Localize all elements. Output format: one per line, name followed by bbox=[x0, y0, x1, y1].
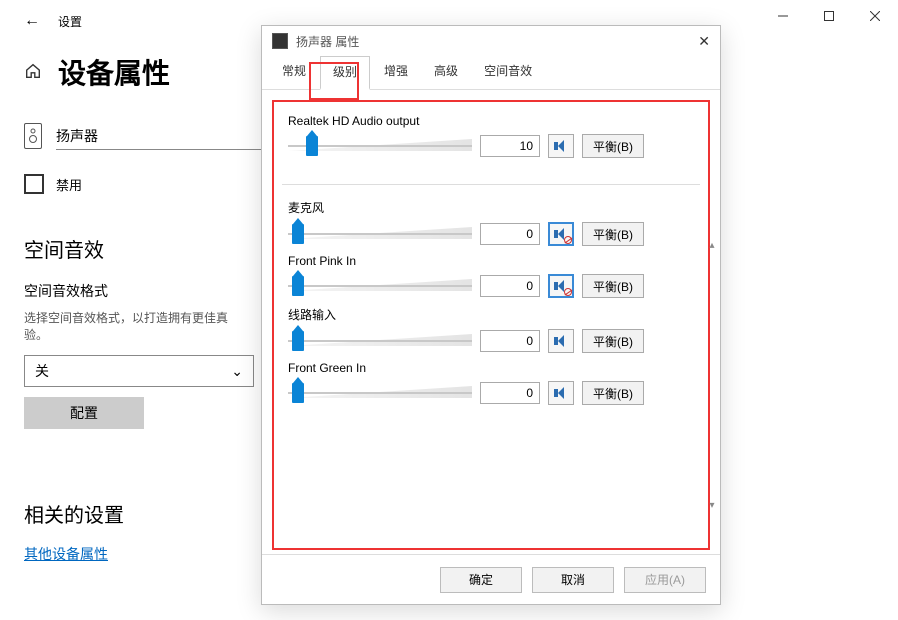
window-controls bbox=[760, 0, 898, 32]
apply-button[interactable]: 应用(A) bbox=[624, 567, 706, 593]
home-icon[interactable] bbox=[24, 62, 42, 83]
channel-row: 平衡(B) bbox=[282, 381, 700, 405]
channel-row: 平衡(B) bbox=[282, 274, 700, 298]
volume-value-input[interactable] bbox=[480, 275, 540, 297]
cancel-button[interactable]: 取消 bbox=[532, 567, 614, 593]
divider bbox=[282, 184, 700, 185]
tab-spatial[interactable]: 空间音效 bbox=[472, 56, 544, 89]
volume-value-input[interactable] bbox=[480, 382, 540, 404]
channel-label: 麦克风 bbox=[282, 199, 700, 216]
format-description: 选择空间音效格式，以打造拥有更佳真验。 bbox=[24, 309, 244, 343]
dialog-titlebar[interactable]: 扬声器 属性 ✕ bbox=[262, 26, 720, 56]
mute-indicator-icon bbox=[564, 288, 572, 296]
balance-button[interactable]: 平衡(B) bbox=[582, 222, 644, 246]
maximize-button[interactable] bbox=[806, 0, 852, 32]
tab-advanced[interactable]: 高级 bbox=[422, 56, 470, 89]
volume-slider[interactable] bbox=[288, 222, 472, 246]
volume-slider[interactable] bbox=[288, 274, 472, 298]
channel-row: 平衡(B) bbox=[282, 329, 700, 353]
balance-button[interactable]: 平衡(B) bbox=[582, 329, 644, 353]
channel-label: Realtek HD Audio output bbox=[282, 114, 700, 128]
dialog-close-button[interactable]: ✕ bbox=[698, 33, 710, 50]
tab-levels[interactable]: 级别 bbox=[320, 56, 370, 90]
device-name-input[interactable] bbox=[56, 122, 266, 150]
speaker-properties-dialog: 扬声器 属性 ✕ 常规 级别 增强 高级 空间音效 ▴ ▾ Realtek HD… bbox=[261, 25, 721, 605]
app-label: 设置 bbox=[58, 13, 82, 30]
volume-value-input[interactable] bbox=[480, 135, 540, 157]
mute-button[interactable] bbox=[548, 329, 574, 353]
balance-button[interactable]: 平衡(B) bbox=[582, 381, 644, 405]
mute-button[interactable] bbox=[548, 134, 574, 158]
disable-label: 禁用 bbox=[56, 175, 82, 194]
ok-button[interactable]: 确定 bbox=[440, 567, 522, 593]
other-device-properties-link[interactable]: 其他设备属性 bbox=[24, 546, 108, 562]
volume-slider[interactable] bbox=[288, 134, 472, 158]
mute-indicator-icon bbox=[564, 236, 572, 244]
tab-enhance[interactable]: 增强 bbox=[372, 56, 420, 89]
speaker-small-icon bbox=[554, 335, 568, 347]
channel: 麦克风平衡(B) bbox=[282, 199, 700, 246]
speaker-small-icon bbox=[554, 387, 568, 399]
close-button[interactable] bbox=[852, 0, 898, 32]
tab-general[interactable]: 常规 bbox=[270, 56, 318, 89]
channel-label: 线路输入 bbox=[282, 306, 700, 323]
minimize-button[interactable] bbox=[760, 0, 806, 32]
disable-checkbox[interactable] bbox=[24, 174, 44, 194]
page-title: 设备属性 bbox=[58, 52, 170, 92]
mute-button[interactable] bbox=[548, 274, 574, 298]
dialog-footer: 确定 取消 应用(A) bbox=[262, 554, 720, 604]
channel: 线路输入平衡(B) bbox=[282, 306, 700, 353]
volume-value-input[interactable] bbox=[480, 330, 540, 352]
mute-button[interactable] bbox=[548, 222, 574, 246]
channel-row: 平衡(B) bbox=[282, 134, 700, 158]
chevron-down-icon: ⌄ bbox=[231, 363, 243, 380]
back-button[interactable]: ← bbox=[24, 12, 40, 30]
balance-button[interactable]: 平衡(B) bbox=[582, 134, 644, 158]
channel-label: Front Green In bbox=[282, 361, 700, 375]
channel: Realtek HD Audio output 平衡(B) bbox=[282, 114, 700, 185]
spatial-format-dropdown[interactable]: 关 ⌄ bbox=[24, 355, 254, 387]
speaker-icon bbox=[24, 123, 42, 149]
dialog-tabs: 常规 级别 增强 高级 空间音效 bbox=[262, 56, 720, 90]
volume-value-input[interactable] bbox=[480, 223, 540, 245]
volume-slider[interactable] bbox=[288, 329, 472, 353]
volume-slider[interactable] bbox=[288, 381, 472, 405]
channel-label: Front Pink In bbox=[282, 254, 700, 268]
channel-row: 平衡(B) bbox=[282, 222, 700, 246]
mute-button[interactable] bbox=[548, 381, 574, 405]
dialog-speaker-icon bbox=[272, 33, 288, 49]
dialog-title: 扬声器 属性 bbox=[296, 33, 359, 50]
dialog-content: ▴ ▾ Realtek HD Audio output平衡(B)麦克风平衡(B)… bbox=[272, 100, 710, 550]
scroll-down-icon[interactable]: ▾ bbox=[706, 500, 718, 511]
dropdown-value: 关 bbox=[35, 361, 49, 381]
channel: Front Pink In 平衡(B) bbox=[282, 254, 700, 298]
configure-button[interactable]: 配置 bbox=[24, 397, 144, 429]
speaker-small-icon bbox=[554, 140, 568, 152]
channel: Front Green In 平衡(B) bbox=[282, 361, 700, 405]
scroll-up-icon[interactable]: ▴ bbox=[706, 240, 718, 251]
balance-button[interactable]: 平衡(B) bbox=[582, 274, 644, 298]
